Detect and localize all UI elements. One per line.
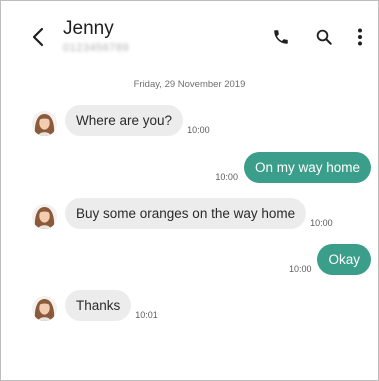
avatar-image (32, 296, 57, 321)
contact-name: Jenny (63, 18, 114, 39)
message-time: 10:00 (288, 264, 312, 274)
message-item: 10:00 On my way home (215, 152, 371, 183)
message-time: 10:00 (215, 172, 238, 182)
avatar (32, 111, 57, 136)
contact-number: 0123456789 (63, 42, 130, 54)
call-button[interactable] (269, 25, 293, 49)
message-bubble-outgoing[interactable]: Okay (317, 244, 371, 275)
chevron-left-icon (32, 27, 44, 47)
message-item: 10:00 Okay (289, 244, 371, 275)
message-bubble-incoming[interactable]: Buy some oranges on the way home (65, 198, 307, 229)
message-time: 10:00 (187, 125, 210, 135)
message-item: Where are you? 10:00 (32, 105, 210, 136)
message-item: Thanks 10:01 (32, 290, 158, 321)
message-bubble-outgoing[interactable]: On my way home (243, 152, 371, 183)
message-bubble-incoming[interactable]: Thanks (65, 290, 132, 321)
search-button[interactable] (312, 25, 336, 49)
back-button[interactable] (27, 25, 49, 49)
avatar-image (32, 204, 57, 229)
date-divider: Friday, 29 November 2019 (133, 79, 246, 90)
message-time: 10:01 (135, 310, 158, 320)
avatar (32, 296, 57, 321)
message-item: Buy some oranges on the way home 10:00 (32, 198, 333, 229)
phone-icon (274, 30, 288, 44)
message-bubble-incoming[interactable]: Where are you? (65, 105, 184, 136)
avatar-image (32, 111, 57, 136)
more-options-button[interactable] (348, 25, 372, 49)
search-icon (316, 29, 332, 45)
avatar (32, 204, 57, 229)
message-screen: Jenny 0123456789 Friday, 29 November 201… (0, 0, 379, 381)
more-vertical-icon (358, 28, 362, 46)
message-time: 10:00 (310, 218, 333, 228)
conversation-header: Jenny 0123456789 (1, 1, 378, 63)
